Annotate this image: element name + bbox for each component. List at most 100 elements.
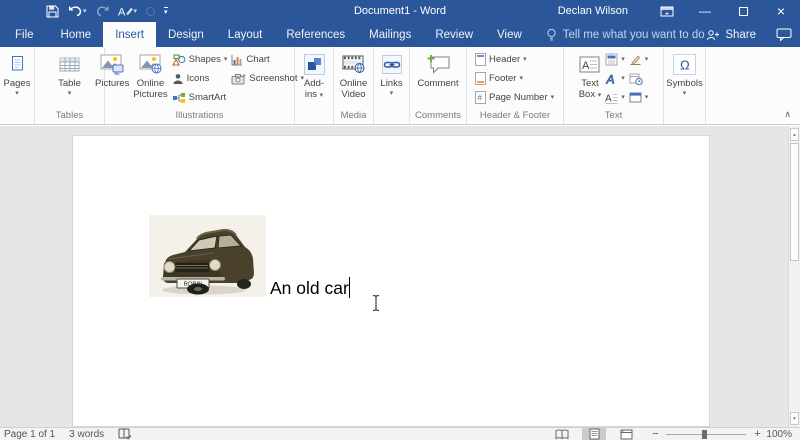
text-box-icon: A <box>579 51 600 78</box>
svg-text:A: A <box>118 7 126 18</box>
zoom-slider[interactable] <box>666 428 746 440</box>
online-pictures-icon <box>139 51 163 78</box>
document-page[interactable]: ROBIN An old car <box>72 135 710 427</box>
group-media: Online Video Media <box>334 47 374 124</box>
footer-icon <box>475 72 486 85</box>
zoom-in-button[interactable]: + <box>752 428 762 440</box>
maximize-icon <box>739 7 748 16</box>
zoom-out-button[interactable]: − <box>650 428 660 440</box>
scroll-down-icon[interactable]: ▼ <box>790 412 799 425</box>
group-header-footer: Header▾ Footer▾ # Page Number▾ Header & … <box>467 47 564 124</box>
chart-icon <box>231 54 243 66</box>
quick-parts-icon <box>605 53 618 66</box>
save-icon[interactable] <box>46 5 59 18</box>
tab-home[interactable]: Home <box>49 22 104 47</box>
car-image[interactable]: ROBIN <box>149 215 266 297</box>
tab-view[interactable]: View <box>485 22 534 47</box>
tell-me-box[interactable]: Tell me what you want to do <box>546 22 705 47</box>
text-insertion-caret <box>349 277 351 298</box>
ribbon-display-options-icon[interactable] <box>648 0 686 22</box>
tab-insert[interactable]: Insert <box>103 22 156 47</box>
signature-line-icon <box>629 54 642 66</box>
pages-icon <box>9 51 25 78</box>
vertical-scrollbar[interactable]: ▲ ▼ <box>788 126 800 427</box>
document-canvas[interactable]: ROBIN An old car ▲ ▼ <box>0 126 800 427</box>
tab-layout[interactable]: Layout <box>216 22 275 47</box>
tab-mailings[interactable]: Mailings <box>357 22 423 47</box>
group-label-header-footer: Header & Footer <box>467 110 563 124</box>
group-label-addins <box>295 110 333 124</box>
table-button[interactable]: Table ▾ <box>56 48 83 110</box>
tell-me-label: Tell me what you want to do <box>563 29 705 41</box>
pictures-icon <box>100 51 124 78</box>
web-layout-button[interactable] <box>614 428 638 440</box>
share-person-icon <box>706 29 720 41</box>
minimize-button[interactable]: — <box>686 0 724 22</box>
undo-icon[interactable]: ▾ <box>68 5 87 17</box>
group-symbols: Ω Symbols ▾ <box>664 47 706 124</box>
group-label-tables: Tables <box>35 110 104 124</box>
quick-parts-button[interactable]: ▾ <box>603 50 627 69</box>
word-count[interactable]: 3 words <box>69 429 104 440</box>
page-number-button[interactable]: # Page Number▾ <box>473 88 556 107</box>
online-video-button[interactable]: Online Video <box>338 48 369 110</box>
collapse-ribbon-icon[interactable]: ∧ <box>784 109 791 120</box>
tab-design[interactable]: Design <box>156 22 216 47</box>
drop-cap-button[interactable]: A ▾ <box>603 88 627 107</box>
smartart-button[interactable]: SmartArt <box>170 88 230 107</box>
shapes-button[interactable]: Shapes▾ <box>170 50 230 69</box>
comment-button[interactable]: Comment <box>415 48 460 110</box>
links-icon <box>382 51 402 78</box>
header-icon <box>475 53 486 66</box>
links-button[interactable]: Links ▾ <box>378 48 404 110</box>
group-label-pages <box>0 110 34 124</box>
maximize-button[interactable] <box>724 0 762 22</box>
title-bar: ▾ A ▾ ▾ Document1 - Word Declan Wilson —… <box>0 0 800 22</box>
undo-dropdown-icon[interactable]: ▾ <box>83 7 87 15</box>
signature-line-button[interactable]: ▾ <box>627 50 651 69</box>
add-ins-button[interactable]: Add- ins ▾ <box>302 48 327 110</box>
group-comments: Comment Comments <box>410 47 467 124</box>
font-style-dropdown-icon[interactable]: ▾ <box>134 7 138 15</box>
icons-button[interactable]: Icons <box>170 69 230 88</box>
group-label-symbols <box>664 110 705 124</box>
wordart-button[interactable]: A ▾ <box>603 69 627 88</box>
pictures-button[interactable]: Pictures <box>93 48 131 110</box>
feedback-icon[interactable] <box>776 28 792 41</box>
svg-text:Ω: Ω <box>680 58 690 73</box>
tab-references[interactable]: References <box>274 22 357 47</box>
print-layout-button[interactable] <box>582 428 606 440</box>
header-button[interactable]: Header▾ <box>473 50 556 69</box>
document-text-line[interactable]: An old car <box>270 276 350 300</box>
share-label: Share <box>725 29 756 41</box>
share-button[interactable]: Share <box>706 29 756 41</box>
online-pictures-button[interactable]: Online Pictures <box>131 48 169 110</box>
date-time-button[interactable] <box>627 69 651 88</box>
zoom-level[interactable]: 100% <box>766 429 792 440</box>
online-video-icon <box>342 51 366 78</box>
tab-review[interactable]: Review <box>423 22 485 47</box>
ribbon: Pages ▾ Table ▾ Tables <box>0 47 800 125</box>
text-box-button[interactable]: A Text Box ▾ <box>577 48 604 110</box>
footer-button[interactable]: Footer▾ <box>473 69 556 88</box>
document-text: An old car <box>270 278 349 298</box>
font-style-tool-icon[interactable]: A ▾ <box>118 5 138 17</box>
zoom-slider-thumb[interactable] <box>702 430 707 439</box>
read-mode-button[interactable] <box>550 428 574 440</box>
tab-file[interactable]: File <box>0 22 49 47</box>
symbols-button[interactable]: Ω Symbols ▾ <box>664 48 704 110</box>
group-links: Links ▾ <box>374 47 410 124</box>
scroll-up-icon[interactable]: ▲ <box>790 128 799 141</box>
close-button[interactable]: × <box>762 0 800 22</box>
user-name[interactable]: Declan Wilson <box>558 5 628 17</box>
object-button[interactable]: ▾ <box>627 88 651 107</box>
add-ins-icon <box>304 51 325 78</box>
scrollbar-thumb[interactable] <box>790 143 799 261</box>
page-indicator[interactable]: Page 1 of 1 <box>4 429 55 440</box>
proofing-status-icon[interactable] <box>118 428 132 440</box>
quick-access-toolbar: ▾ A ▾ ▾ <box>0 5 168 18</box>
customize-qat-icon[interactable]: ▾ <box>164 7 168 16</box>
pages-button[interactable]: Pages ▾ <box>2 48 33 110</box>
web-layout-icon <box>620 429 633 440</box>
person-icon <box>172 73 184 85</box>
